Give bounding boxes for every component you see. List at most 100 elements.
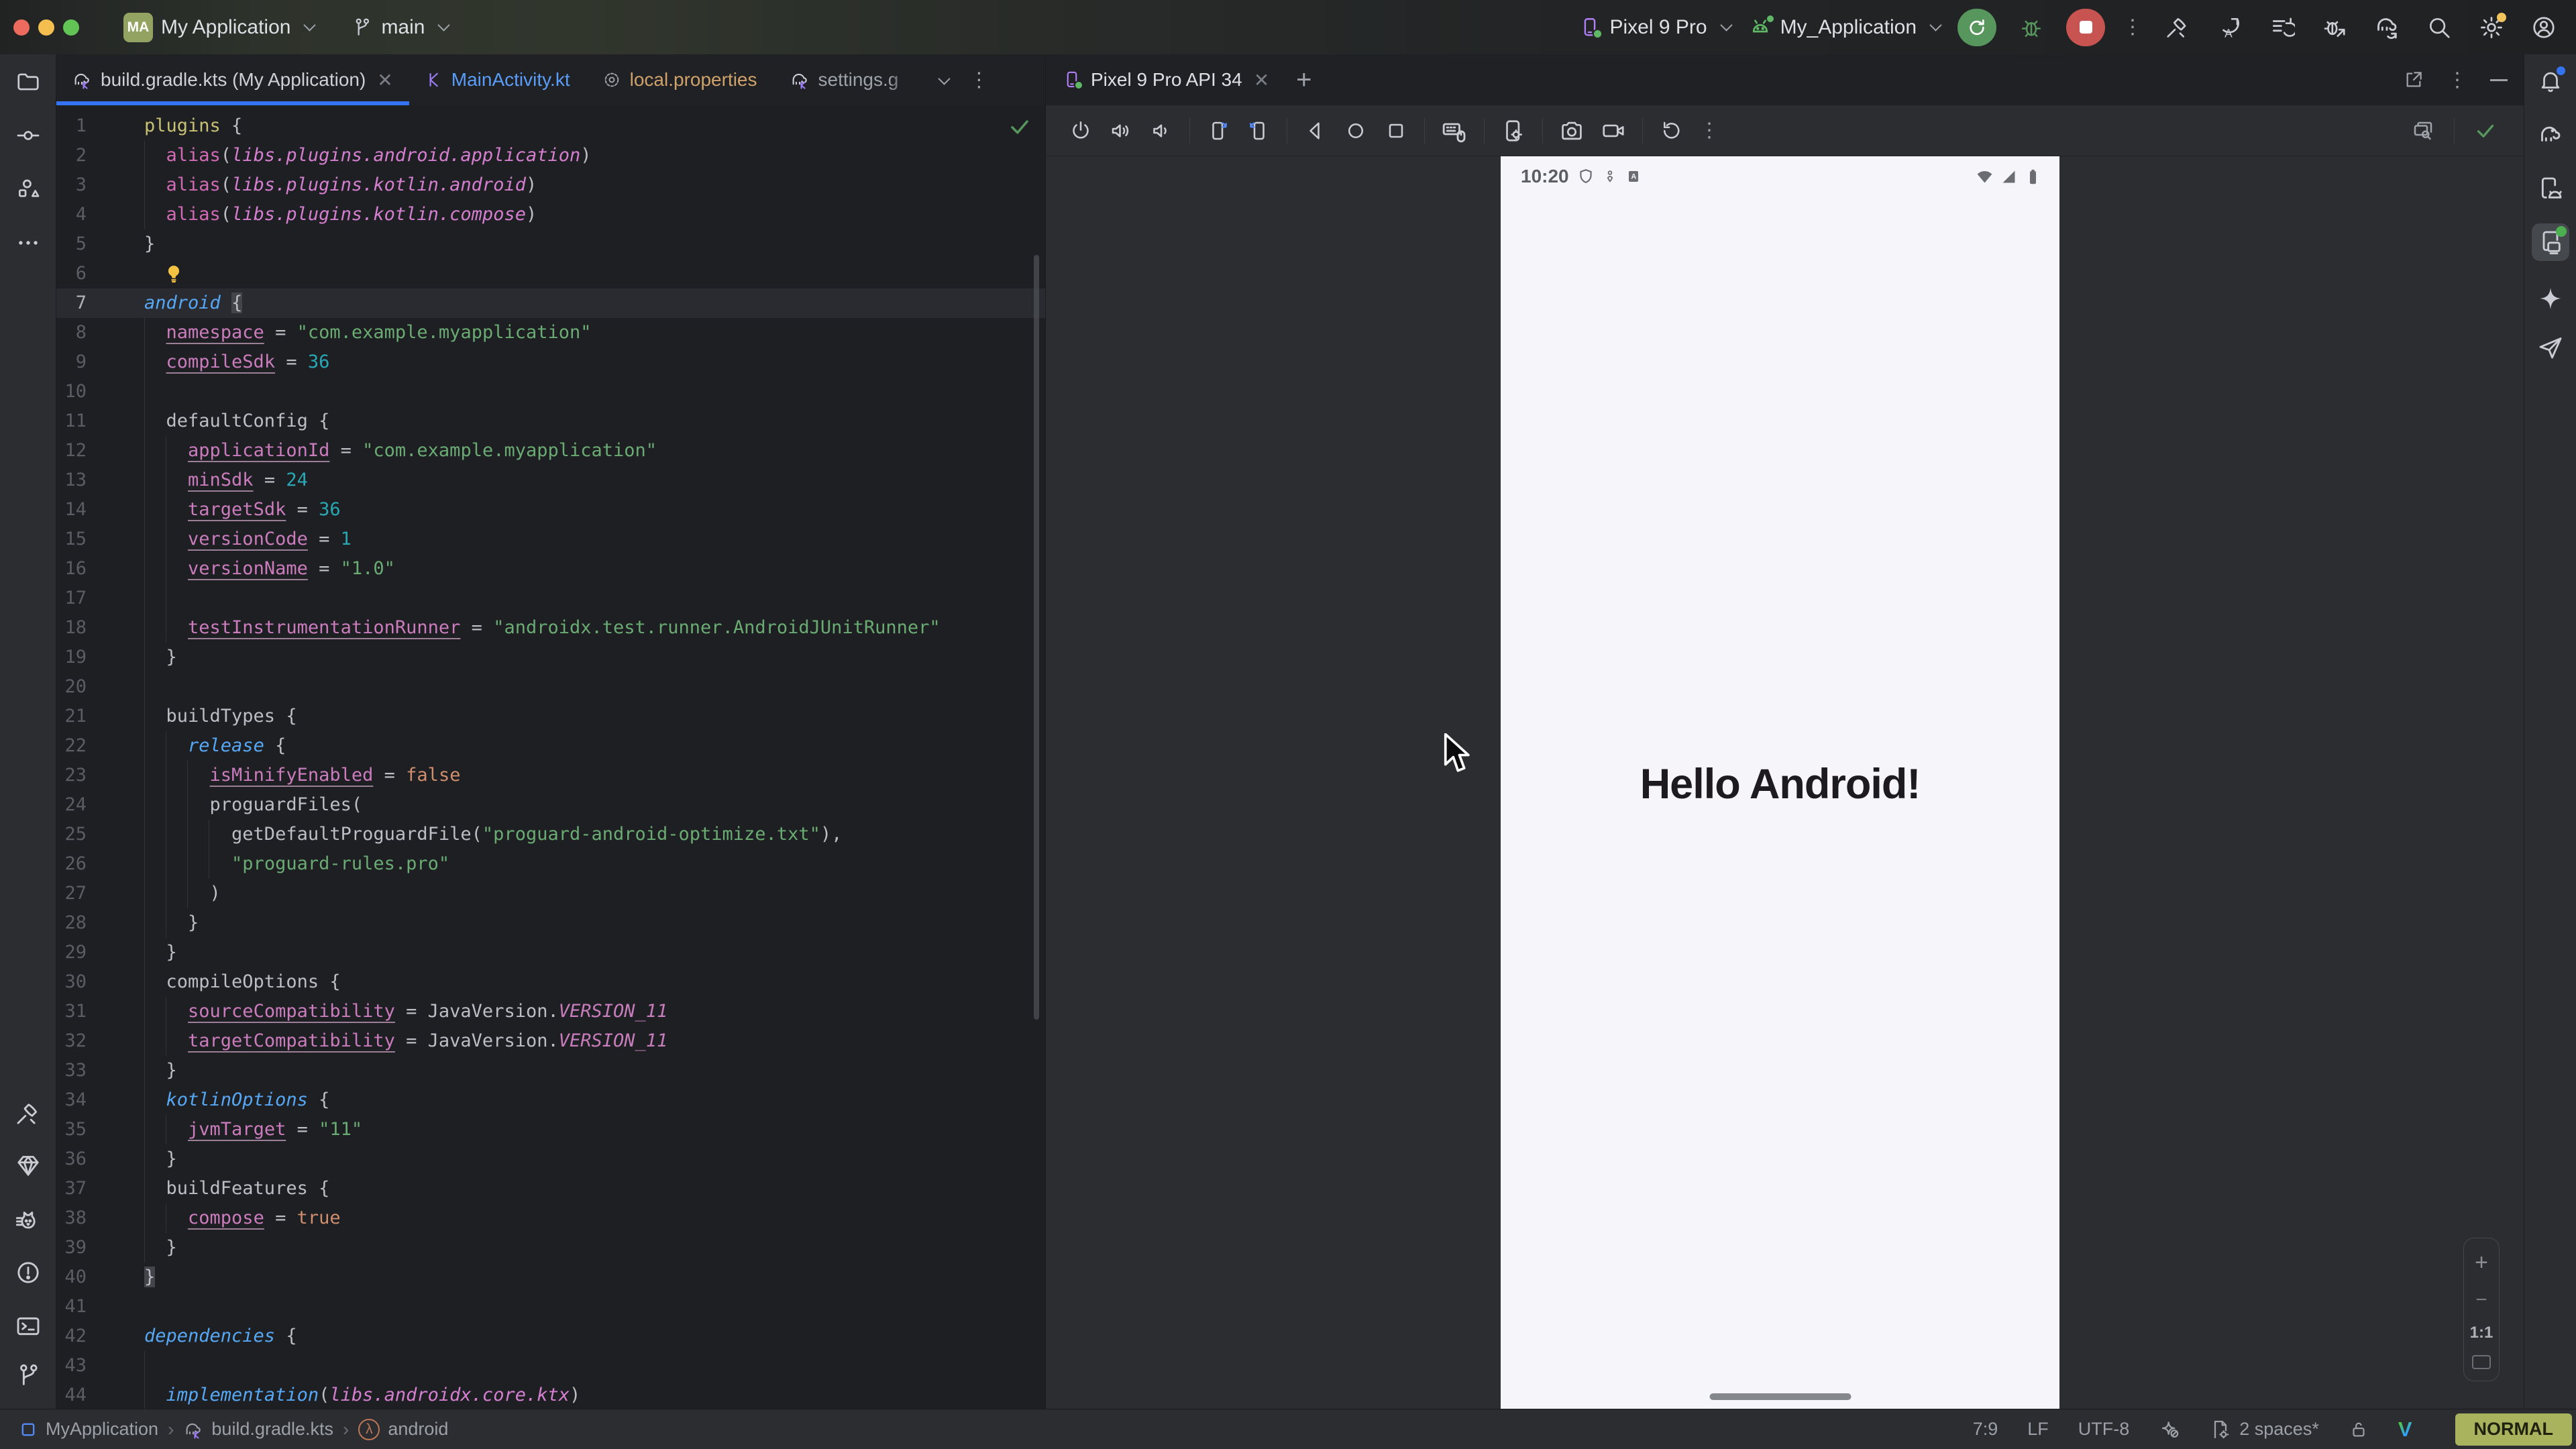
build-button[interactable] bbox=[2160, 10, 2195, 45]
code-line[interactable]: 12 applicationId = "com.example.myapplic… bbox=[56, 436, 1045, 466]
code-line[interactable]: 6 bbox=[56, 259, 1045, 288]
back-icon[interactable] bbox=[1303, 119, 1328, 143]
logcat-tool-button[interactable] bbox=[9, 1202, 47, 1240]
code-line[interactable]: 27 ) bbox=[56, 879, 1045, 908]
overview-icon[interactable] bbox=[1384, 119, 1408, 143]
volume-up-icon[interactable] bbox=[1109, 119, 1133, 143]
navigation-handle[interactable] bbox=[1709, 1393, 1851, 1400]
gradle-sync-button[interactable] bbox=[2369, 10, 2404, 45]
code-line[interactable]: 15 versionCode = 1 bbox=[56, 525, 1045, 554]
code-line[interactable]: 17 bbox=[56, 584, 1045, 613]
home-icon[interactable] bbox=[1344, 119, 1368, 143]
code-line[interactable]: 14 targetSdk = 36 bbox=[56, 495, 1045, 525]
app-quality-insights-button[interactable] bbox=[2532, 329, 2569, 366]
file-encoding[interactable]: UTF-8 bbox=[2078, 1419, 2130, 1440]
screenshot-camera-icon[interactable] bbox=[1559, 118, 1585, 144]
gemini-button[interactable] bbox=[2532, 280, 2569, 317]
search-everywhere-button[interactable] bbox=[2422, 10, 2457, 45]
open-in-new-window-icon[interactable] bbox=[2403, 69, 2424, 91]
inspections-ok-icon[interactable] bbox=[1007, 114, 1032, 140]
version-control-tool-button[interactable] bbox=[9, 1356, 47, 1394]
running-devices-button[interactable] bbox=[2532, 223, 2569, 261]
code-line[interactable]: 39 } bbox=[56, 1233, 1045, 1263]
settings-button[interactable] bbox=[2474, 10, 2509, 45]
tab-build-gradle-kts[interactable]: build.gradle.kts (My Application) ✕ bbox=[56, 54, 409, 105]
ideavim-icon[interactable]: V bbox=[2398, 1417, 2412, 1442]
breadcrumb-item[interactable]: MyApplication bbox=[46, 1419, 158, 1440]
code-line[interactable]: 44 implementation(libs.androidx.core.ktx… bbox=[56, 1381, 1045, 1409]
code-line[interactable]: 5} bbox=[56, 229, 1045, 259]
code-line[interactable]: 41 bbox=[56, 1292, 1045, 1322]
code-line[interactable]: 2 alias(libs.plugins.android.application… bbox=[56, 141, 1045, 170]
code-line[interactable]: 37 buildFeatures { bbox=[56, 1174, 1045, 1203]
gradle-tool-button[interactable] bbox=[2532, 116, 2569, 154]
code-line[interactable]: 3 alias(libs.plugins.kotlin.android) bbox=[56, 170, 1045, 200]
code-line[interactable]: 34 kotlinOptions { bbox=[56, 1085, 1045, 1115]
run-configuration-selector[interactable]: My_Application bbox=[1748, 15, 1940, 40]
line-separator[interactable]: LF bbox=[2027, 1419, 2049, 1440]
project-tool-button[interactable] bbox=[9, 63, 47, 101]
rotate-right-icon[interactable] bbox=[1246, 119, 1271, 143]
code-line[interactable]: 19 } bbox=[56, 643, 1045, 672]
code-line[interactable]: 32 targetCompatibility = JavaVersion.VER… bbox=[56, 1026, 1045, 1056]
more-tool-windows-button[interactable] bbox=[9, 224, 47, 262]
code-line[interactable]: 13 minSdk = 24 bbox=[56, 466, 1045, 495]
code-line[interactable]: 23 isMinifyEnabled = false bbox=[56, 761, 1045, 790]
vim-mode-badge[interactable]: NORMAL bbox=[2455, 1413, 2572, 1446]
close-icon[interactable]: ✕ bbox=[1254, 69, 1269, 91]
device-more-options-icon[interactable]: ⋮ bbox=[1699, 119, 1719, 142]
rotate-left-icon[interactable] bbox=[1206, 119, 1230, 143]
build-tool-button[interactable] bbox=[9, 1095, 47, 1132]
device-manager-button[interactable] bbox=[2532, 170, 2569, 207]
code-line[interactable]: 22 release { bbox=[56, 731, 1045, 761]
tab-mainactivity-kt[interactable]: MainActivity.kt bbox=[409, 54, 586, 105]
code-line[interactable]: 28 } bbox=[56, 908, 1045, 938]
resource-manager-tool-button[interactable] bbox=[9, 170, 47, 208]
more-run-options-icon[interactable]: ⋮ bbox=[2123, 15, 2143, 39]
tab-pixel-9-pro-api-34[interactable]: Pixel 9 Pro API 34 ✕ bbox=[1046, 69, 1285, 91]
hide-panel-icon[interactable] bbox=[2490, 79, 2508, 81]
code-line[interactable]: 11 defaultConfig { bbox=[56, 407, 1045, 436]
code-line[interactable]: 10 bbox=[56, 377, 1045, 407]
code-line[interactable]: 7android { bbox=[56, 288, 1045, 318]
panel-options-icon[interactable]: ⋮ bbox=[2447, 68, 2467, 92]
commit-tool-button[interactable] bbox=[9, 117, 47, 154]
code-line[interactable]: 33 } bbox=[56, 1056, 1045, 1085]
indent-widget[interactable]: 2 spaces* bbox=[2210, 1419, 2319, 1440]
editor-scrollbar[interactable] bbox=[1034, 255, 1039, 1020]
code-line[interactable]: 29 } bbox=[56, 938, 1045, 967]
code-line[interactable]: 9 compileSdk = 36 bbox=[56, 347, 1045, 377]
power-icon[interactable] bbox=[1069, 119, 1093, 143]
code-line[interactable]: 4 alias(libs.plugins.kotlin.compose) bbox=[56, 200, 1045, 229]
rerun-button[interactable] bbox=[1957, 9, 1996, 46]
tab-settings-gradle[interactable]: settings.g bbox=[773, 54, 915, 105]
code-line[interactable]: 43 bbox=[56, 1351, 1045, 1381]
apply-changes-button[interactable]: A bbox=[2212, 10, 2247, 45]
screen-record-icon[interactable] bbox=[1601, 118, 1626, 144]
code-line[interactable]: 30 compileOptions { bbox=[56, 967, 1045, 997]
code-line[interactable]: 26 "proguard-rules.pro" bbox=[56, 849, 1045, 879]
project-widget[interactable]: MA My Application bbox=[123, 13, 314, 42]
emulator-screen[interactable]: 10:20 A Hello Android! bbox=[1501, 156, 2059, 1409]
zoom-actual-size-button[interactable]: 1:1 bbox=[2470, 1324, 2493, 1342]
profile-button[interactable] bbox=[2526, 10, 2561, 45]
stop-button[interactable] bbox=[2066, 9, 2105, 46]
layout-inspector-icon[interactable] bbox=[2411, 119, 2435, 143]
new-device-tab-icon[interactable]: + bbox=[1296, 65, 1311, 95]
debug-button[interactable] bbox=[2014, 10, 2049, 45]
code-line[interactable]: 38 compose = true bbox=[56, 1203, 1045, 1233]
code-line[interactable]: 42dependencies { bbox=[56, 1322, 1045, 1351]
code-line[interactable]: 31 sourceCompatibility = JavaVersion.VER… bbox=[56, 997, 1045, 1026]
code-line[interactable]: 20 bbox=[56, 672, 1045, 702]
close-icon[interactable]: ✕ bbox=[377, 69, 392, 91]
code-line[interactable]: 8 namespace = "com.example.myapplication… bbox=[56, 318, 1045, 347]
code-line[interactable]: 21 buildTypes { bbox=[56, 702, 1045, 731]
maximize-window-button[interactable] bbox=[63, 19, 79, 36]
code-line[interactable]: 40} bbox=[56, 1263, 1045, 1292]
close-window-button[interactable] bbox=[13, 19, 30, 36]
tab-options-icon[interactable]: ⋮ bbox=[969, 68, 989, 92]
caret-position[interactable]: 7:9 bbox=[1973, 1419, 1998, 1440]
breadcrumb-item[interactable]: build.gradle.kts bbox=[211, 1419, 333, 1440]
code-editor[interactable]: 1plugins {2 alias(libs.plugins.android.a… bbox=[56, 105, 1045, 1409]
volume-down-icon[interactable] bbox=[1149, 119, 1173, 143]
